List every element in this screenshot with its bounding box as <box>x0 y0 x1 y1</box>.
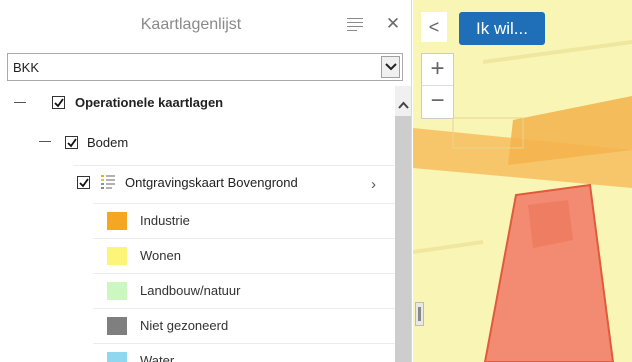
chevron-right-icon[interactable]: › <box>371 176 385 194</box>
panel-header: Kaartlagenlijst ✕ <box>0 0 411 50</box>
legend-item: Water <box>93 343 395 362</box>
legend-list-icon <box>101 174 115 190</box>
legend-item: Industrie <box>93 203 395 238</box>
close-button[interactable]: ✕ <box>384 14 402 34</box>
panel-title: Kaartlagenlijst <box>140 16 242 33</box>
layer-select[interactable]: BKK <box>7 53 403 81</box>
zoom-in-button[interactable]: + <box>422 54 453 86</box>
collapse-dash-icon[interactable] <box>39 141 51 142</box>
layer-label: Ontgravingskaart Bovengrond <box>125 175 298 190</box>
tree-layer-row[interactable]: Ontgravingskaart Bovengrond <box>73 165 395 199</box>
scroll-up-icon[interactable] <box>397 98 410 110</box>
legend-item: Niet gezoneerd <box>93 308 395 343</box>
legend-label: Niet gezoneerd <box>140 318 229 333</box>
legend-swatch <box>107 282 127 300</box>
legend-label: Landbouw/natuur <box>140 283 241 298</box>
panel-resize-handle[interactable] <box>415 302 424 326</box>
scroll-thumb[interactable] <box>395 116 411 362</box>
collapse-panel-button[interactable]: < <box>421 12 447 42</box>
layer-checkbox[interactable] <box>77 176 90 189</box>
tree-subgroup-row[interactable]: Bodem <box>0 125 395 159</box>
legend-swatch <box>107 212 127 230</box>
layer-list-panel: Kaartlagenlijst ✕ BKK Operationele kaart… <box>0 0 412 362</box>
zoom-control: + − <box>421 53 454 119</box>
map-view[interactable]: < Ik wil... + − <box>413 0 632 362</box>
group-label: Operationele kaartlagen <box>75 95 224 110</box>
chevron-down-icon[interactable] <box>381 56 400 78</box>
collapse-dash-icon[interactable] <box>14 102 26 103</box>
layer-tree: Operationele kaartlagen Bodem Ontgraving… <box>0 86 411 362</box>
zoom-out-button[interactable]: − <box>422 86 453 118</box>
legend-label: Water <box>140 353 175 362</box>
layer-select-value: BKK <box>13 60 40 75</box>
legend-item: Wonen <box>93 238 395 273</box>
subgroup-checkbox[interactable] <box>65 136 78 149</box>
group-checkbox[interactable] <box>52 96 65 109</box>
legend-label: Wonen <box>140 248 181 263</box>
legend-swatch <box>107 352 127 362</box>
legend-label: Industrie <box>140 213 190 228</box>
subgroup-label: Bodem <box>87 135 129 150</box>
list-icon[interactable] <box>347 18 363 32</box>
tree-scrollbar[interactable] <box>395 86 411 362</box>
ik-wil-button[interactable]: Ik wil... <box>459 12 545 45</box>
legend-swatch <box>107 317 127 335</box>
legend-swatch <box>107 247 127 265</box>
tree-group-row[interactable]: Operationele kaartlagen <box>0 86 395 120</box>
legend-item: Landbouw/natuur <box>93 273 395 308</box>
